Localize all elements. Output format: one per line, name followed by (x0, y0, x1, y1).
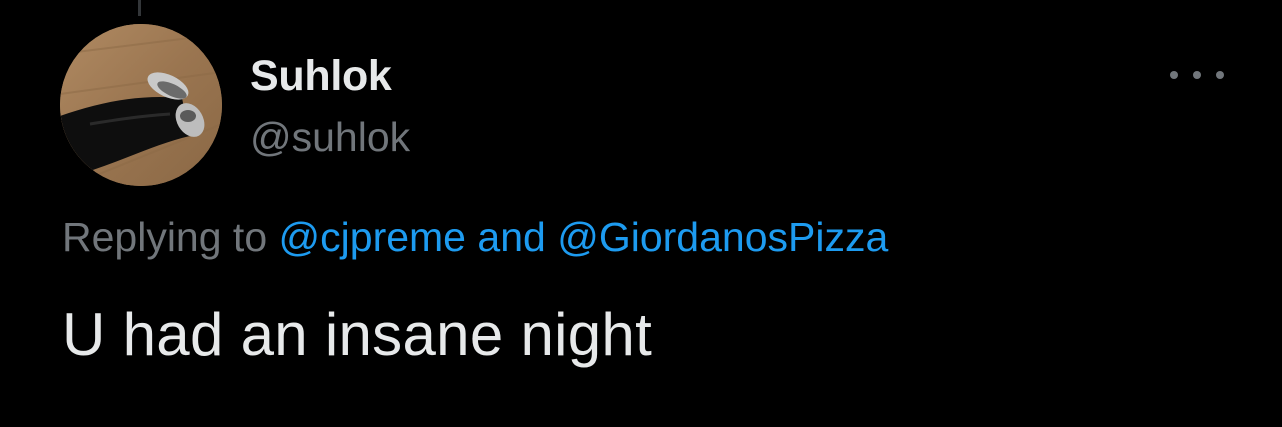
dot (1170, 71, 1178, 79)
dot (1216, 71, 1224, 79)
mention-link-giordanospizza[interactable]: @GiordanosPizza (557, 214, 888, 260)
tweet-text: U had an insane night (62, 301, 653, 368)
author-display-name[interactable]: Suhlok (250, 52, 392, 101)
avatar[interactable] (60, 24, 222, 186)
avatar-photo (60, 24, 222, 186)
dot (1193, 71, 1201, 79)
thread-connector-line (138, 0, 141, 16)
reply-prefix: Replying to (62, 214, 268, 260)
author-handle[interactable]: @suhlok (250, 114, 410, 161)
more-dots-icon[interactable] (1170, 60, 1224, 90)
reply-context: Replying to @cjpreme and @GiordanosPizza (62, 214, 888, 261)
reply-conjunction: and (477, 214, 546, 260)
mention-link-cjpreme[interactable]: @cjpreme (279, 214, 466, 260)
